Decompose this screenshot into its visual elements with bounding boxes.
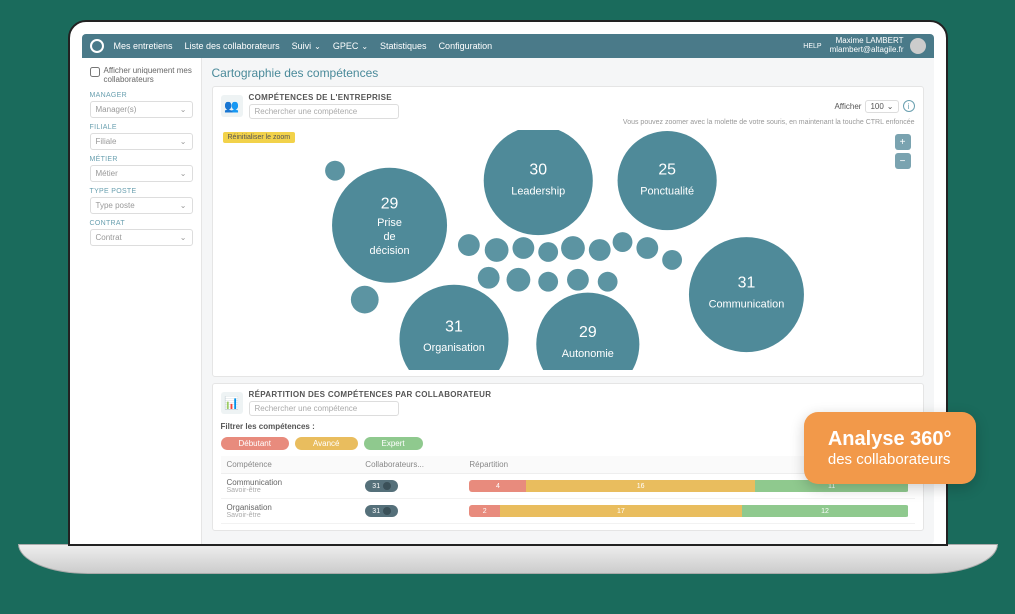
filter-competences-label: Filtrer les compétences : (221, 422, 315, 431)
level-expert-pill[interactable]: Expert (364, 437, 423, 450)
filter-sidebar: Afficher uniquement mes collaborateurs M… (82, 58, 202, 544)
competences-icon: 👥 (221, 95, 243, 117)
afficher-select[interactable]: 100⌄ (865, 100, 898, 113)
svg-text:Organisation: Organisation (423, 342, 485, 354)
nav-configuration[interactable]: Configuration (439, 41, 493, 51)
filter-label-filiale: FILIALE (90, 124, 193, 131)
user-email: mlambert@altagile.fr (830, 46, 904, 55)
user-info[interactable]: Maxime LAMBERT mlambert@altagile.fr (830, 37, 904, 55)
filter-select-manager[interactable]: Manager(s)⌄ (90, 101, 193, 118)
svg-text:Prise: Prise (377, 217, 402, 229)
competences-title: COMPÉTENCES DE L'ENTREPRISE (249, 93, 829, 102)
reset-zoom-button[interactable]: Réinitialiser le zoom (223, 132, 296, 143)
callout-line1: Analyse 360° (828, 428, 952, 451)
svg-text:décision: décision (369, 245, 409, 257)
page-title: Cartographie des compétences (212, 66, 924, 80)
col-collaborateurs[interactable]: Collaborateurs... (359, 456, 463, 474)
col-competence[interactable]: Compétence (221, 456, 360, 474)
repartition-search-input[interactable]: Rechercher une compétence (249, 401, 399, 416)
afficher-label: Afficher (834, 102, 861, 111)
analysis-callout: Analyse 360° des collaborateurs (804, 412, 976, 484)
count-badge: 31 (365, 505, 398, 517)
filter-select-filiale[interactable]: Filiale⌄ (90, 133, 193, 150)
level-debutant-pill[interactable]: Débutant (221, 437, 289, 450)
avatar[interactable] (910, 38, 926, 54)
filter-label-contrat: CONTRAT (90, 220, 193, 227)
zoom-hint: Vous pouvez zoomer avec la molette de vo… (221, 119, 915, 126)
zoom-in-button[interactable]: + (895, 134, 911, 150)
nav-liste-collaborateurs[interactable]: Liste des collaborateurs (185, 41, 280, 51)
svg-text:30: 30 (529, 162, 547, 179)
level-avance-pill[interactable]: Avancé (295, 437, 358, 450)
svg-text:de: de (383, 231, 395, 243)
svg-text:25: 25 (658, 162, 676, 179)
competence-search-input[interactable]: Rechercher une compétence (249, 104, 399, 119)
competences-card: 👥 COMPÉTENCES DE L'ENTREPRISE Rechercher… (212, 86, 924, 377)
svg-text:Communication: Communication (708, 299, 784, 311)
only-my-collab-checkbox[interactable] (90, 67, 100, 77)
top-navbar: Mes entretiens Liste des collaborateurs … (82, 34, 934, 58)
svg-text:Autonomie: Autonomie (561, 348, 613, 360)
filter-select-contrat[interactable]: Contrat⌄ (90, 229, 193, 246)
svg-text:29: 29 (380, 195, 398, 212)
filter-label-typeposte: TYPE POSTE (90, 188, 193, 195)
svg-text:29: 29 (579, 324, 597, 341)
nav-mes-entretiens[interactable]: Mes entretiens (114, 41, 173, 51)
bubble-chart[interactable]: Réinitialiser le zoom + − 29 Prise de dé… (221, 130, 915, 370)
svg-text:31: 31 (445, 318, 463, 335)
nav-gpec[interactable]: GPEC⌄ (333, 41, 368, 51)
help-icon[interactable]: HELP (803, 43, 821, 50)
callout-line2: des collaborateurs (828, 451, 952, 468)
app-logo-icon (90, 39, 104, 53)
nav-statistiques[interactable]: Statistiques (380, 41, 427, 51)
filter-select-metier[interactable]: Métier⌄ (90, 165, 193, 182)
info-icon[interactable]: i (903, 100, 915, 112)
count-badge: 31 (365, 480, 398, 492)
zoom-out-button[interactable]: − (895, 153, 911, 169)
repartition-title: RÉPARTITION DES COMPÉTENCES PAR COLLABOR… (249, 390, 915, 399)
filter-select-typeposte[interactable]: Type poste⌄ (90, 197, 193, 214)
filter-label-manager: MANAGER (90, 92, 193, 99)
svg-text:31: 31 (737, 275, 755, 292)
svg-text:Ponctualité: Ponctualité (640, 185, 694, 197)
laptop-base (18, 544, 998, 574)
filter-label-metier: MÉTIER (90, 156, 193, 163)
table-row[interactable]: OrganisationSavoir-être 31 2 17 12 (221, 499, 915, 524)
svg-text:Leadership: Leadership (511, 185, 565, 197)
repartition-icon: 📊 (221, 392, 243, 414)
nav-suivi[interactable]: Suivi⌄ (292, 41, 321, 51)
only-my-collab-label: Afficher uniquement mes collaborateurs (104, 66, 193, 84)
